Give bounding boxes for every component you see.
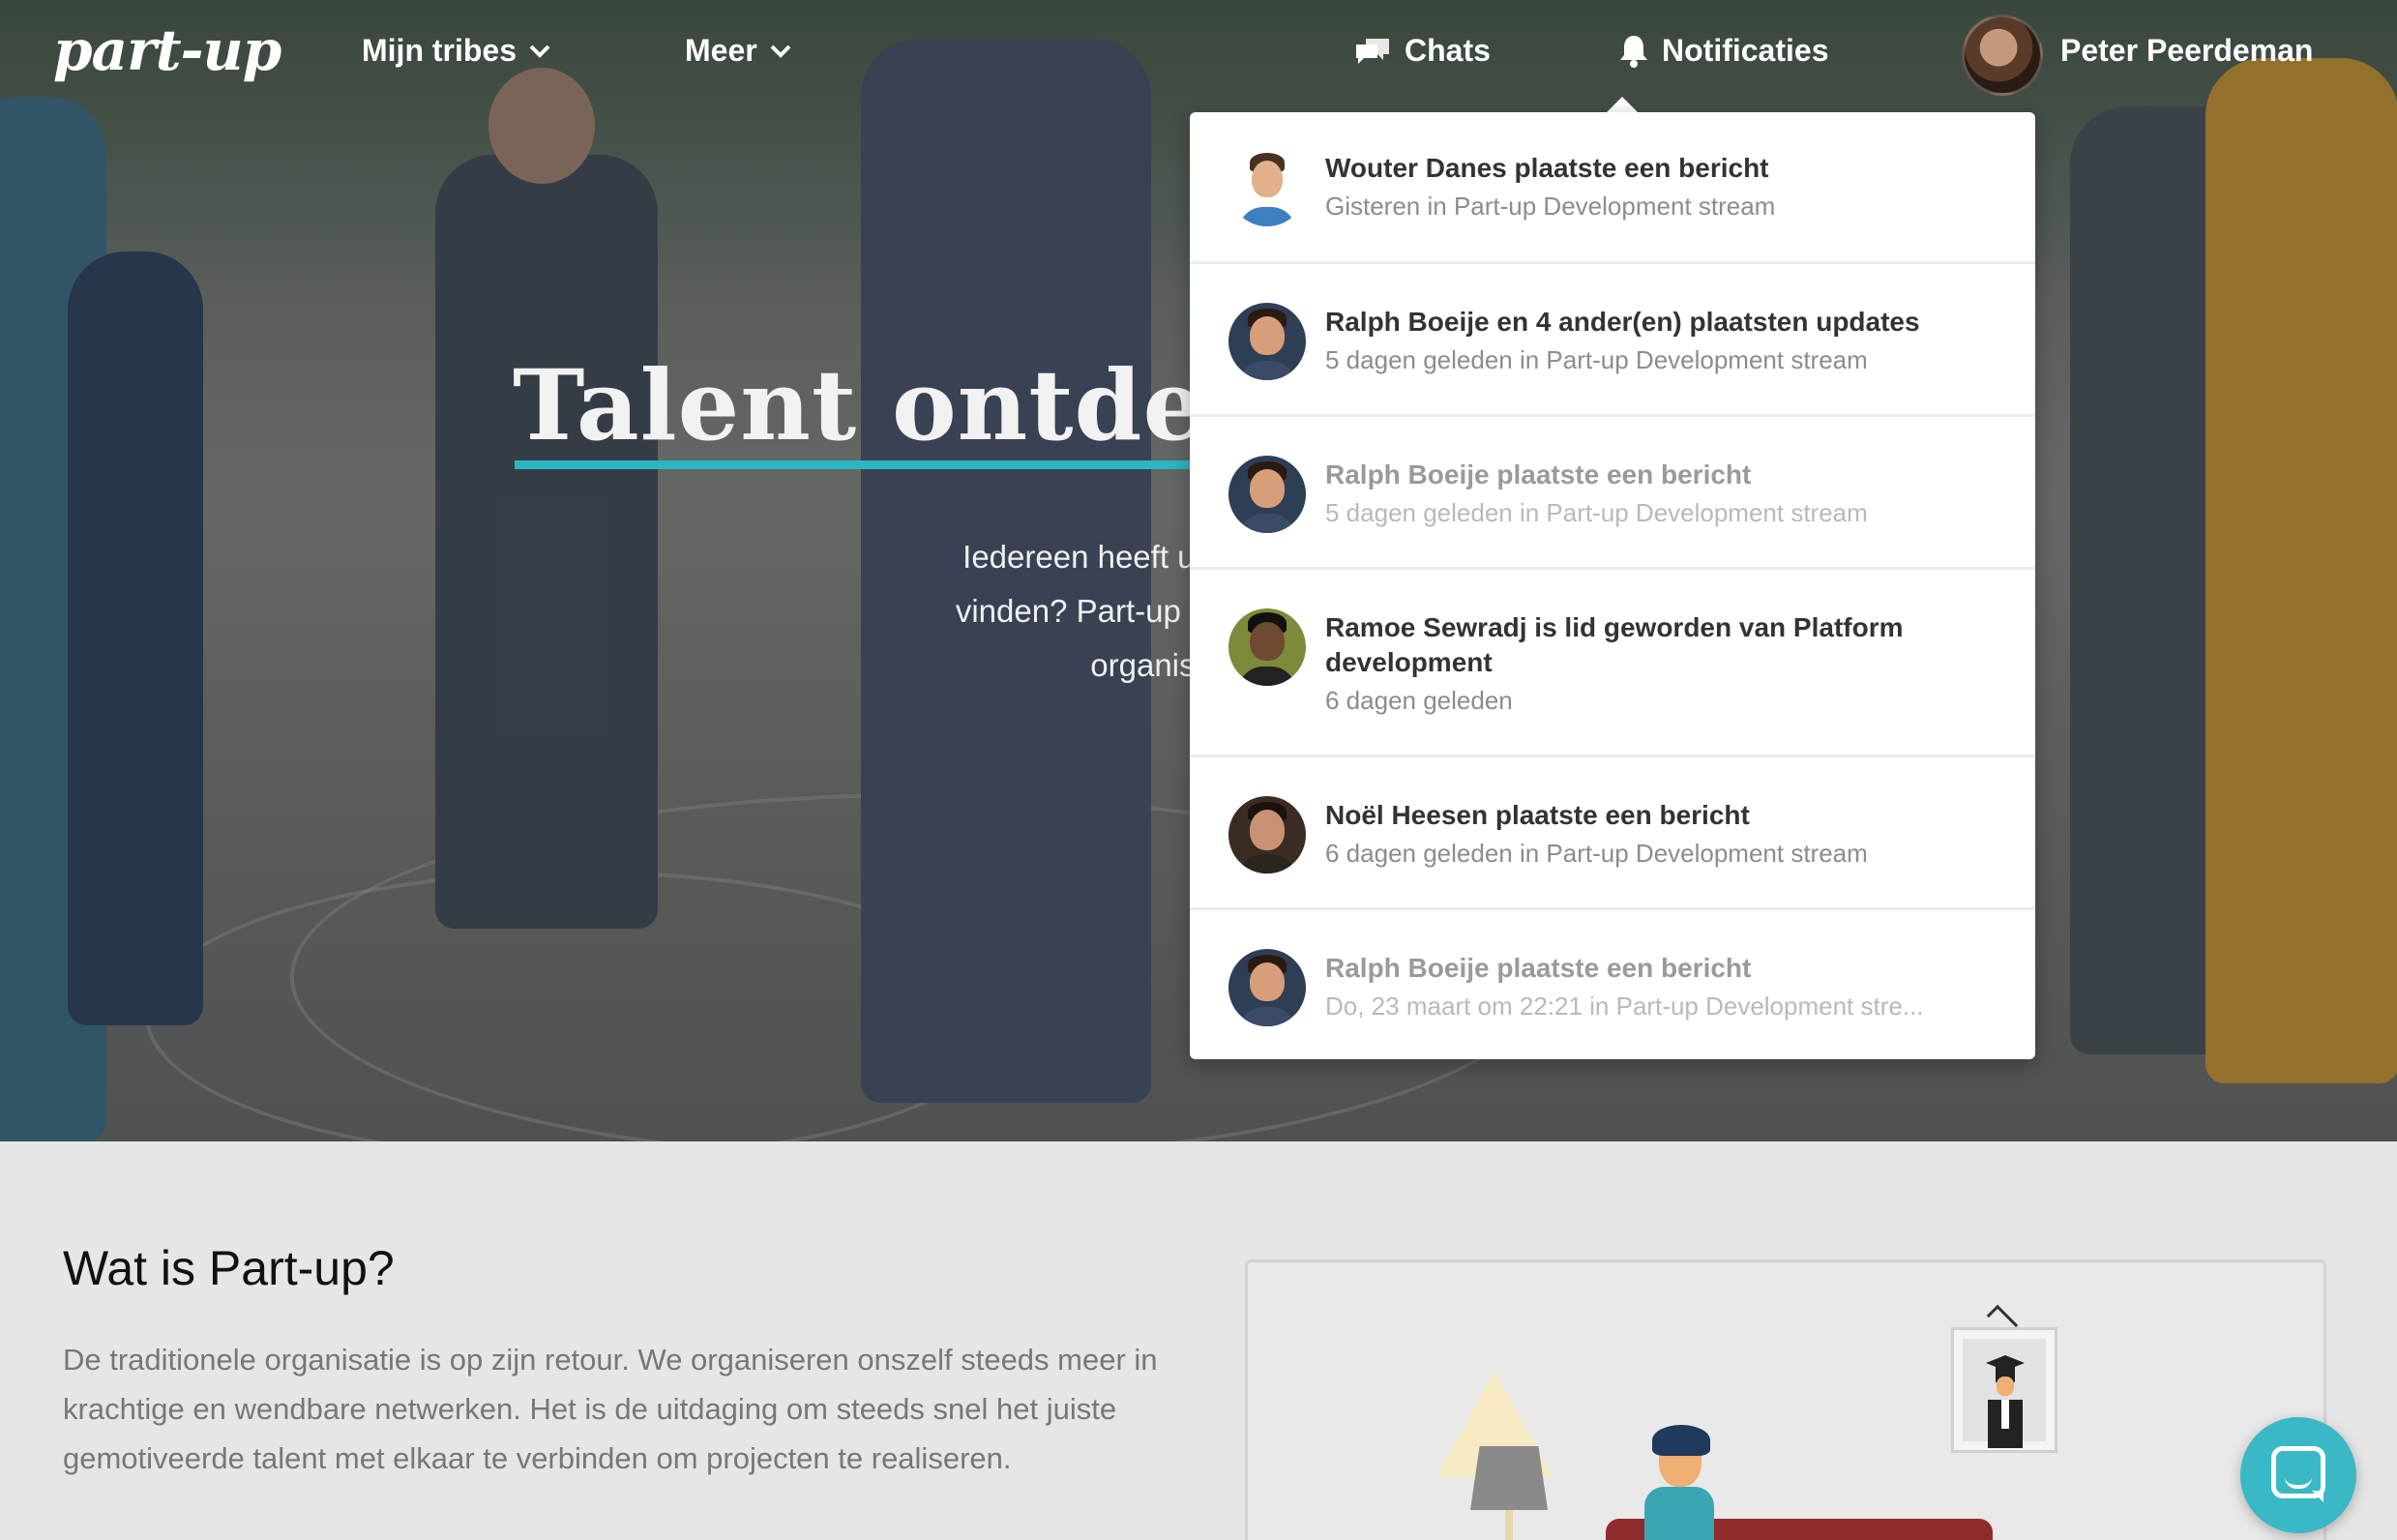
notification-meta: 5 dagen geleden in Part-up Development s… (1325, 345, 1868, 374)
partup-logo[interactable]: part-up (53, 17, 281, 83)
notification-meta: 5 dagen geleden in Part-up Development s… (1325, 498, 1868, 527)
about-illustration (1245, 1259, 2326, 1540)
avatar (1228, 456, 1306, 533)
character-hair (1652, 1425, 1710, 1456)
messenger-icon[interactable] (2240, 1417, 2356, 1533)
nav-meer[interactable]: Meer (685, 33, 792, 69)
about-text: De traditionele organisatie is op zijn r… (63, 1343, 1158, 1475)
lamp-icon (1470, 1446, 1548, 1510)
notification-meta: Do, 23 maart om 22:21 in Part-up Develop… (1325, 992, 1924, 1021)
nav-meer-label: Meer (685, 33, 757, 68)
notification-meta: Gisteren in Part-up Development stream (1325, 192, 1776, 221)
notification-meta: 6 dagen geleden in Part-up Development s… (1325, 839, 1868, 868)
nav-notificaties-label: Notificaties (1662, 33, 1829, 68)
about-title: Wat is Part-up? (63, 1241, 395, 1295)
lamp-pole (1505, 1510, 1513, 1540)
avatar (1228, 796, 1306, 874)
nav-mijn-tribes[interactable]: Mijn tribes (362, 33, 551, 69)
chat-bubbles-icon (1354, 35, 1393, 68)
notification-item[interactable]: Noël Heesen plaatste een bericht 6 dagen… (1190, 757, 2035, 910)
messenger-tail (2312, 1491, 2323, 1502)
avatar (1228, 608, 1306, 686)
notification-item[interactable]: Wouter Danes plaatste een bericht Gister… (1190, 112, 2035, 264)
nav-mijn-tribes-label: Mijn tribes (362, 33, 518, 68)
notification-title: Ramoe Sewradj is lid geworden van Platfo… (1325, 612, 1904, 677)
avatar (1228, 949, 1306, 1026)
notification-meta: 6 dagen geleden (1325, 686, 1513, 715)
user-avatar[interactable] (1962, 15, 2043, 96)
notification-title: Ralph Boeije plaatste een bericht (1325, 953, 1752, 983)
bell-icon (1617, 34, 1650, 69)
character-body (1644, 1487, 1714, 1540)
avatar (1228, 303, 1306, 380)
notification-title: Ralph Boeije plaatste een bericht (1325, 459, 1752, 489)
graduate-icon (1986, 1351, 2025, 1448)
notifications-dropdown: Wouter Danes plaatste een bericht Gister… (1190, 112, 2035, 1059)
nav-chats-label: Chats (1405, 33, 1491, 68)
top-navigation: part-up Mijn tribes Meer Chats Notificat… (0, 0, 2397, 106)
nav-user-name[interactable]: Peter Peerdeman (2060, 33, 2313, 69)
notification-item[interactable]: Ramoe Sewradj is lid geworden van Platfo… (1190, 570, 2035, 757)
nav-chats[interactable]: Chats (1354, 33, 1491, 69)
chevron-down-icon (528, 44, 551, 59)
chevron-down-icon (769, 44, 792, 59)
notification-title: Ralph Boeije en 4 ander(en) plaatsten up… (1325, 307, 1920, 337)
hero-title-underline (515, 460, 1192, 469)
dropdown-caret (1606, 97, 1639, 113)
notification-item[interactable]: Ralph Boeije plaatste een bericht Do, 23… (1190, 910, 2035, 1059)
nav-notificaties[interactable]: Notificaties (1617, 33, 1828, 69)
notification-item[interactable]: Ralph Boeije plaatste een bericht 5 dage… (1190, 417, 2035, 570)
notification-title: Noël Heesen plaatste een bericht (1325, 800, 1750, 830)
avatar (1228, 149, 1306, 226)
notification-title: Wouter Danes plaatste een bericht (1325, 153, 1769, 183)
notification-item[interactable]: Ralph Boeije en 4 ander(en) plaatsten up… (1190, 264, 2035, 417)
